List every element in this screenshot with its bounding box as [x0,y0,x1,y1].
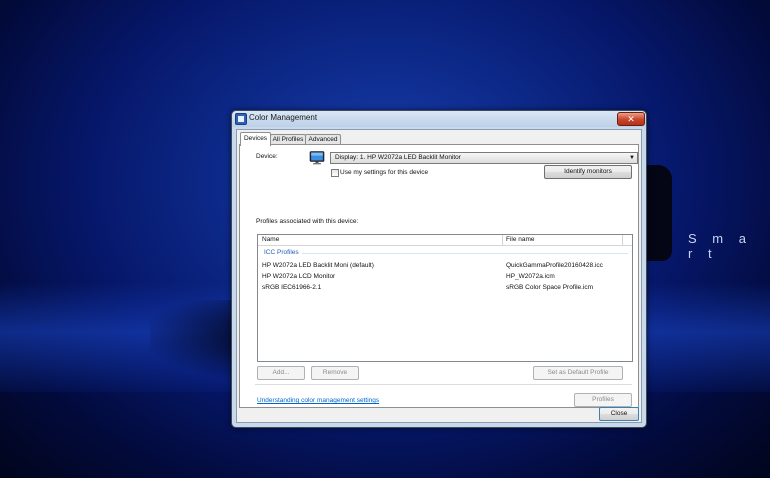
use-my-settings-label[interactable]: Use my settings for this device [340,169,428,176]
column-header-name[interactable]: Name [262,235,279,245]
profiles-list[interactable]: Name File name ICC Profiles HP W2072a LE… [257,234,633,362]
profile-name: HP W2072a LCD Monitor [262,273,336,280]
identify-monitors-button[interactable]: Identify monitors [544,165,632,179]
color-management-window: Color Management ✕ Devices All Profiles … [231,110,647,428]
device-selected-value: Display: 1. HP W2072a LED Backlit Monito… [335,154,461,161]
brand-text: S m a r t [688,231,752,261]
device-label: Device: [256,153,278,160]
profile-row[interactable]: sRGB IEC61966-2.1 sRGB Color Space Profi… [258,283,632,293]
list-header: Name File name [258,235,632,246]
profile-name: HP W2072a LED Backlit Moni (default) [262,262,374,269]
devices-panel: Device: Display: 1. HP W2072a LED Backli… [239,144,639,408]
profile-row[interactable]: HP W2072a LED Backlit Moni (default) Qui… [258,261,632,271]
profiles-button[interactable]: Profiles [574,393,632,407]
profile-row[interactable]: HP W2072a LCD Monitor HP_W2072a.icm [258,272,632,282]
profiles-heading: Profiles associated with this device: [256,218,359,225]
column-divider [622,235,623,245]
profile-name: sRGB IEC61966-2.1 [262,284,322,291]
dialog-body: Devices All Profiles Advanced Device: Di… [236,129,642,423]
column-divider [502,235,503,245]
add-profile-button[interactable]: Add... [257,366,305,380]
column-header-file-name[interactable]: File name [506,235,535,245]
section-divider [255,384,632,385]
profile-file-name: HP_W2072a.icm [506,273,555,280]
profile-file-name: QuickGammaProfile20160428.icc [506,262,603,269]
remove-profile-button[interactable]: Remove [311,366,359,380]
close-button[interactable]: Close [599,407,639,421]
profile-file-name: sRGB Color Space Profile.icm [506,284,594,291]
chevron-down-icon: ▼ [629,155,635,161]
tab-devices[interactable]: Devices [240,132,271,146]
help-link[interactable]: Understanding color management settings [257,397,379,404]
monitor-icon [309,151,325,165]
group-divider [302,253,628,254]
title-bar[interactable]: Color Management ✕ [232,111,646,127]
close-window-button[interactable]: ✕ [617,112,645,126]
set-default-profile-button[interactable]: Set as Default Profile [533,366,623,380]
device-dropdown[interactable]: Display: 1. HP W2072a LED Backlit Monito… [330,152,638,164]
group-icc-profiles: ICC Profiles [264,249,299,256]
window-title: Color Management [249,113,318,122]
use-my-settings-checkbox[interactable] [331,169,339,177]
color-management-icon [235,113,247,125]
